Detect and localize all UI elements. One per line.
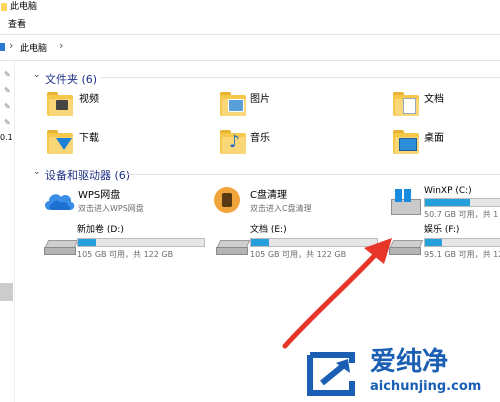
annotation-arrow [282,238,392,349]
watermark-brand: 爱纯净 [370,347,449,377]
watermark-url: aichunjing.com [370,379,482,394]
watermark: 爱纯净 aichunjing.com [302,343,500,402]
watermark-logo-icon [307,352,355,396]
